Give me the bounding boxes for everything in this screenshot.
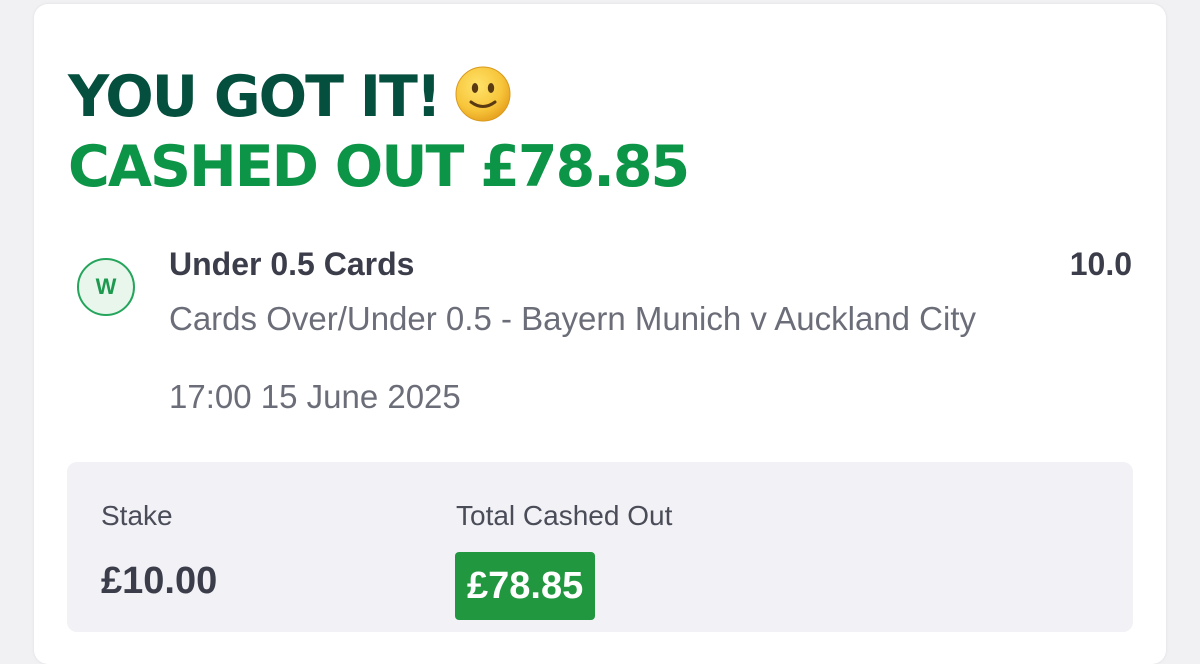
smiling-face-icon [454,65,512,123]
cashed-out-headline: CASHED OUT £78.85 [68,134,690,200]
bet-summary-panel [67,462,1133,632]
selection-odds: 10.0 [1069,246,1132,282]
stake-label: Stake [101,500,173,531]
selection-name: Under 0.5 Cards [169,246,415,282]
win-status-badge: W [77,258,135,316]
headline-title-text: YOU GOT IT! [68,64,442,130]
total-cashed-out-label: Total Cashed Out [456,500,673,531]
total-cashed-out-value: £78.85 [455,552,596,620]
event-datetime: 17:00 15 June 2025 [169,378,461,415]
stake-value: £10.00 [101,560,218,602]
selection-market: Cards Over/Under 0.5 - Bayern Munich v A… [169,300,977,337]
headline-title: YOU GOT IT! [68,65,512,126]
